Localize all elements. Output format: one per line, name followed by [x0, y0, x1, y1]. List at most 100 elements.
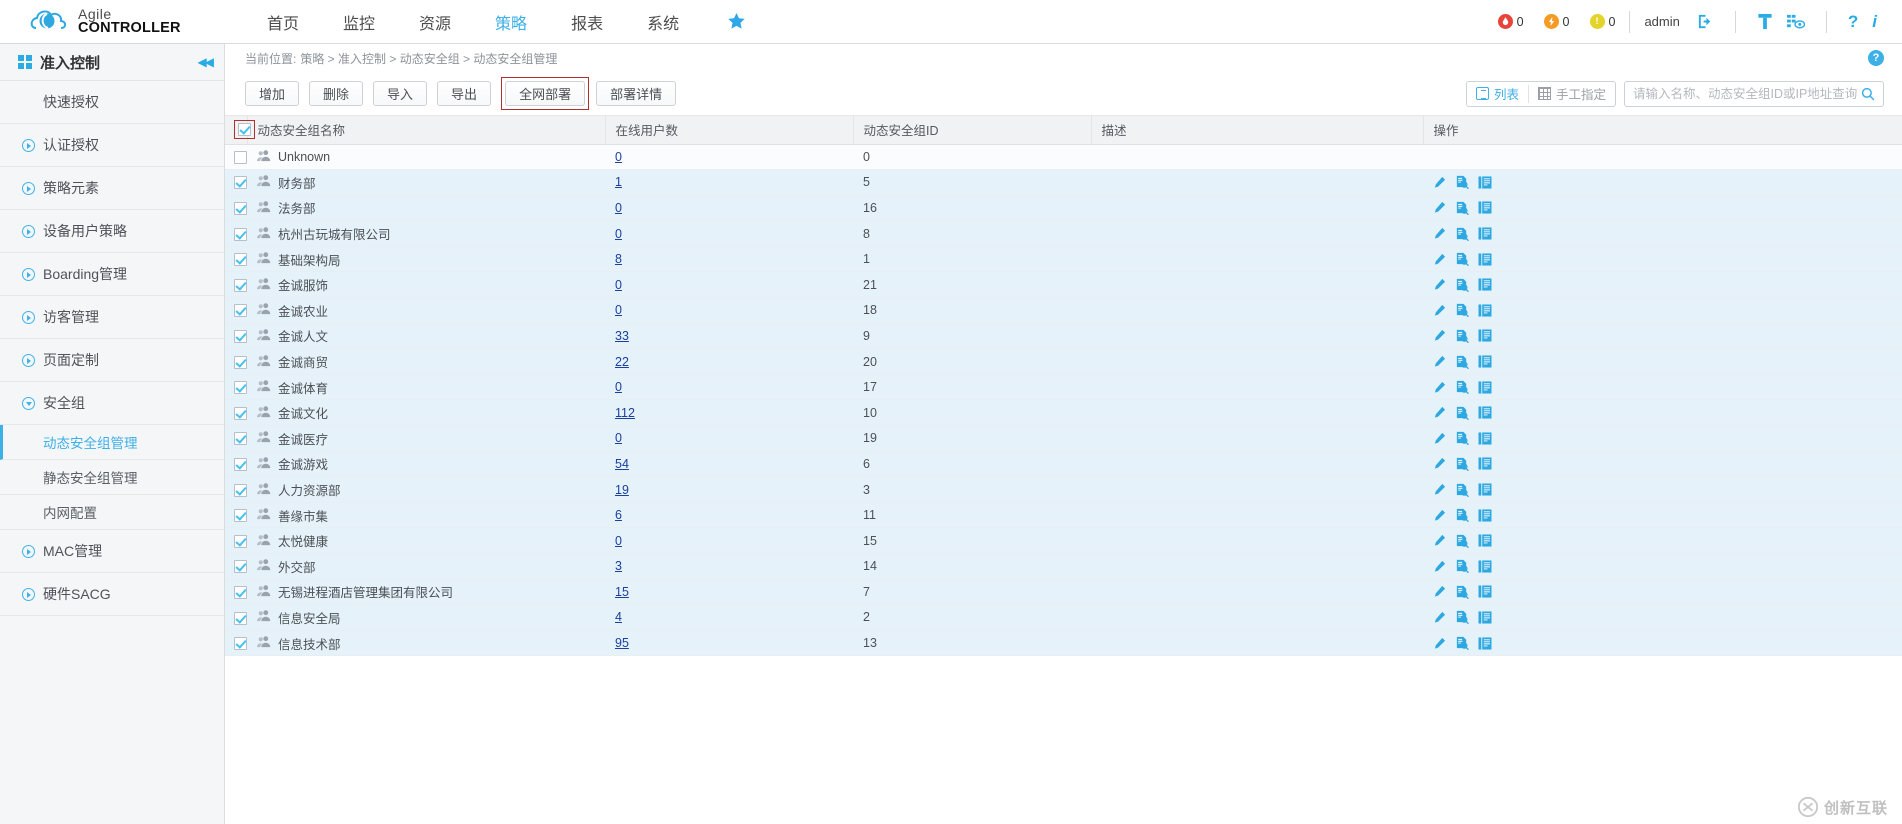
online-user-count-link[interactable]: 8	[615, 252, 622, 266]
edit-icon[interactable]	[1433, 509, 1446, 522]
sidebar-item-static-sg-mgmt[interactable]: 静态安全组管理	[0, 460, 224, 495]
table-row[interactable]: 善缘市集 6 11	[225, 502, 1902, 529]
sidebar-item-security-group[interactable]: 安全组	[0, 382, 224, 425]
table-row[interactable]: 金诚游戏 54 6	[225, 451, 1902, 478]
alarm-critical[interactable]: 0	[1497, 14, 1524, 29]
column-header-description[interactable]: 描述	[1091, 116, 1424, 145]
row-checkbox[interactable]	[234, 637, 247, 651]
export-button[interactable]: 导出	[437, 81, 492, 106]
online-user-count-link[interactable]: 95	[615, 636, 629, 650]
online-user-count-link[interactable]: 112	[615, 406, 635, 420]
tool-icon[interactable]	[1757, 13, 1773, 30]
table-row[interactable]: 基础架构局 8 1	[225, 246, 1902, 273]
row-checkbox[interactable]	[234, 585, 247, 599]
list-detail-icon[interactable]	[1478, 381, 1492, 394]
list-detail-icon[interactable]	[1478, 534, 1492, 547]
row-checkbox[interactable]	[234, 202, 247, 216]
sidebar-item-page-custom[interactable]: 页面定制	[0, 339, 224, 382]
row-checkbox[interactable]	[234, 176, 247, 190]
logout-icon[interactable]	[1697, 13, 1714, 30]
delete-button[interactable]: 删除	[309, 81, 364, 106]
nav-item-monitor[interactable]: 监控	[321, 0, 397, 44]
app-logo[interactable]: Agile CONTROLLER	[28, 5, 203, 39]
online-user-count-link[interactable]: 0	[615, 150, 622, 164]
view-mode-manual[interactable]: 手工指定	[1529, 82, 1615, 106]
online-user-count-link[interactable]: 0	[615, 534, 622, 548]
table-row[interactable]: 人力资源部 19 3	[225, 476, 1902, 503]
edit-icon[interactable]	[1433, 329, 1446, 342]
online-user-count-link[interactable]: 54	[615, 457, 629, 471]
sidebar-item-mac-mgmt[interactable]: MAC管理	[0, 530, 224, 573]
sidebar-item-guest[interactable]: 访客管理	[0, 296, 224, 339]
sidebar-item-device-user-policy[interactable]: 设备用户策略	[0, 210, 224, 253]
detail-search-icon[interactable]	[1455, 227, 1469, 241]
row-checkbox[interactable]	[234, 304, 247, 318]
search-icon[interactable]	[1861, 87, 1875, 101]
detail-search-icon[interactable]	[1455, 457, 1469, 471]
online-user-count-link[interactable]: 15	[615, 585, 629, 599]
detail-search-icon[interactable]	[1455, 201, 1469, 215]
online-user-count-link[interactable]: 0	[615, 380, 622, 394]
row-checkbox[interactable]	[234, 278, 247, 292]
edit-icon[interactable]	[1433, 201, 1446, 214]
column-header-name[interactable]: 动态安全组名称	[247, 116, 606, 145]
nav-item-policy[interactable]: 策略	[473, 0, 549, 44]
edit-icon[interactable]	[1433, 381, 1446, 394]
edit-icon[interactable]	[1433, 483, 1446, 496]
row-checkbox[interactable]	[234, 432, 247, 446]
detail-search-icon[interactable]	[1455, 355, 1469, 369]
list-detail-icon[interactable]	[1478, 201, 1492, 215]
sidebar-item-auth[interactable]: 认证授权	[0, 124, 224, 167]
online-user-count-link[interactable]: 4	[615, 610, 622, 624]
list-detail-icon[interactable]	[1478, 509, 1492, 522]
detail-search-icon[interactable]	[1455, 175, 1469, 190]
detail-search-icon[interactable]	[1455, 559, 1469, 574]
deploy-detail-button[interactable]: 部署详情	[596, 81, 677, 106]
alarm-major[interactable]: 0	[1543, 14, 1570, 29]
online-user-count-link[interactable]: 0	[615, 201, 622, 215]
nav-item-system[interactable]: 系统	[625, 0, 701, 44]
list-detail-icon[interactable]	[1478, 585, 1492, 598]
nav-item-report[interactable]: 报表	[549, 0, 625, 44]
edit-icon[interactable]	[1433, 534, 1446, 547]
list-detail-icon[interactable]	[1478, 637, 1492, 650]
edit-icon[interactable]	[1433, 278, 1446, 291]
online-user-count-link[interactable]: 3	[615, 559, 622, 573]
detail-search-icon[interactable]	[1455, 329, 1469, 343]
table-row[interactable]: 财务部 1 5	[225, 169, 1902, 196]
sidebar-item-dynamic-sg-mgmt[interactable]: 动态安全组管理	[0, 425, 224, 460]
column-header-operation[interactable]: 操作	[1423, 116, 1902, 145]
table-row[interactable]: 太悦健康 0 15	[225, 527, 1902, 554]
detail-search-icon[interactable]	[1455, 585, 1469, 599]
list-detail-icon[interactable]	[1478, 483, 1492, 496]
list-detail-icon[interactable]	[1478, 278, 1492, 291]
edit-icon[interactable]	[1433, 406, 1446, 419]
list-detail-icon[interactable]	[1478, 176, 1492, 189]
edit-icon[interactable]	[1433, 355, 1446, 368]
detail-search-icon[interactable]	[1455, 610, 1469, 625]
row-checkbox[interactable]	[234, 509, 247, 523]
detail-search-icon[interactable]	[1455, 534, 1469, 548]
table-row[interactable]: 杭州古玩城有限公司 0 8	[225, 220, 1902, 247]
alarm-minor[interactable]: ! 0	[1589, 14, 1615, 29]
detail-search-icon[interactable]	[1455, 406, 1469, 420]
online-user-count-link[interactable]: 1	[615, 175, 622, 189]
table-row[interactable]: 信息安全局 4 2	[225, 604, 1902, 631]
row-checkbox[interactable]	[234, 330, 247, 344]
sidebar-item-quick-auth[interactable]: 快速授权	[0, 81, 224, 124]
list-detail-icon[interactable]	[1478, 355, 1492, 368]
detail-search-icon[interactable]	[1455, 278, 1469, 292]
row-checkbox[interactable]	[234, 253, 247, 267]
detail-search-icon[interactable]	[1455, 380, 1469, 395]
table-row[interactable]: 信息技术部 95 13	[225, 630, 1902, 657]
sidebar-item-intranet-config[interactable]: 内网配置	[0, 495, 224, 530]
online-user-count-link[interactable]: 0	[615, 303, 622, 317]
edit-icon[interactable]	[1433, 253, 1446, 266]
row-checkbox[interactable]	[234, 483, 247, 497]
table-row[interactable]: 金诚医疗 0 19	[225, 425, 1902, 452]
select-all-checkbox[interactable]	[238, 123, 251, 137]
row-checkbox[interactable]	[234, 150, 247, 164]
table-row[interactable]: 金诚服饰 0 21	[225, 271, 1902, 299]
info-icon[interactable]: i	[1872, 12, 1877, 32]
detail-search-icon[interactable]	[1455, 431, 1469, 446]
